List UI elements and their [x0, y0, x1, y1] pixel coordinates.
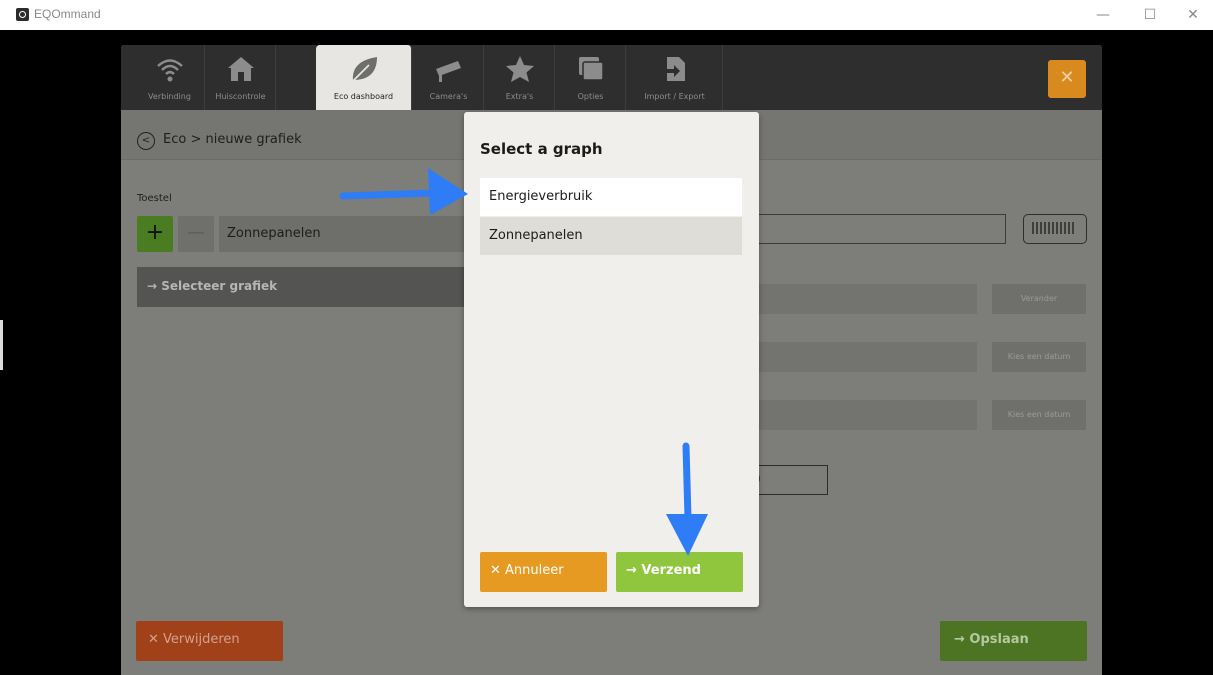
- minimize-button[interactable]: —: [1083, 4, 1123, 28]
- windows-icon: [578, 57, 604, 81]
- keyboard-icon[interactable]: [1023, 214, 1087, 244]
- app-close-button[interactable]: ✕: [1048, 60, 1086, 98]
- edge-strip: [0, 320, 3, 370]
- window-titlebar: EQOmmand — ☐ ✕: [0, 0, 1213, 30]
- graph-option-zonnepanelen[interactable]: Zonnepanelen: [480, 217, 742, 255]
- change-button[interactable]: Verander: [992, 284, 1086, 314]
- home-icon: [227, 57, 254, 81]
- end-date-button[interactable]: Kies een datum: [992, 400, 1086, 430]
- tab-eco-dashboard[interactable]: Eco dashboard: [316, 45, 412, 110]
- tab-huiscontrole[interactable]: Huiscontrole: [206, 45, 276, 110]
- breadcrumb: Eco > nieuwe grafiek: [163, 132, 302, 147]
- tab-label: Opties: [577, 92, 604, 101]
- wifi-icon: [156, 59, 183, 82]
- device-label: Toestel: [137, 193, 172, 204]
- tab-label: Import / Export: [644, 92, 705, 101]
- back-icon[interactable]: <: [137, 132, 155, 150]
- select-chart-button[interactable]: → Selecteer grafiek: [137, 267, 482, 307]
- import-export-icon: [662, 57, 685, 81]
- star-icon: [505, 56, 534, 82]
- remove-device-button[interactable]: —: [178, 216, 214, 252]
- maximize-button[interactable]: ☐: [1130, 4, 1170, 28]
- start-date-field: [751, 342, 977, 372]
- chart-field: [751, 284, 977, 314]
- tab-opties[interactable]: Opties: [556, 45, 626, 110]
- graph-option-energieverbruik[interactable]: Energieverbruik: [480, 178, 742, 216]
- tab-verbinding[interactable]: Verbinding: [135, 45, 205, 110]
- tab-extras[interactable]: Extra's: [485, 45, 555, 110]
- tab-label: Camera's: [429, 92, 468, 101]
- send-button[interactable]: → Verzend: [616, 552, 743, 592]
- window-close-button[interactable]: ✕: [1173, 4, 1213, 28]
- tab-cameras[interactable]: Camera's: [414, 45, 484, 110]
- tab-label: Eco dashboard: [333, 92, 394, 101]
- tab-bar: Verbinding Huiscontrole Eco dashboard Ca…: [121, 45, 1102, 110]
- name-input[interactable]: [751, 214, 1006, 244]
- leaf-icon: [351, 57, 377, 82]
- tab-label: Extra's: [505, 92, 534, 101]
- end-date-field: [751, 400, 977, 430]
- dialog-title: Select a graph: [480, 140, 603, 158]
- save-button[interactable]: → Opslaan: [940, 621, 1087, 661]
- tab-label: Verbinding: [148, 92, 191, 101]
- select-graph-dialog: Select a graph Energieverbruik Zonnepane…: [464, 112, 759, 607]
- add-device-button[interactable]: +: [137, 216, 173, 252]
- app-logo-icon: [16, 8, 29, 21]
- cancel-button[interactable]: ✕ Annuleer: [480, 552, 607, 592]
- tab-import-export[interactable]: Import / Export: [627, 45, 723, 110]
- device-field[interactable]: Zonnepanelen: [219, 216, 479, 252]
- window-title: EQOmmand: [34, 7, 101, 21]
- start-date-button[interactable]: Kies een datum: [992, 342, 1086, 372]
- tab-label: Huiscontrole: [215, 92, 266, 101]
- delete-button[interactable]: ✕ Verwijderen: [136, 621, 283, 661]
- camera-icon: [435, 61, 461, 82]
